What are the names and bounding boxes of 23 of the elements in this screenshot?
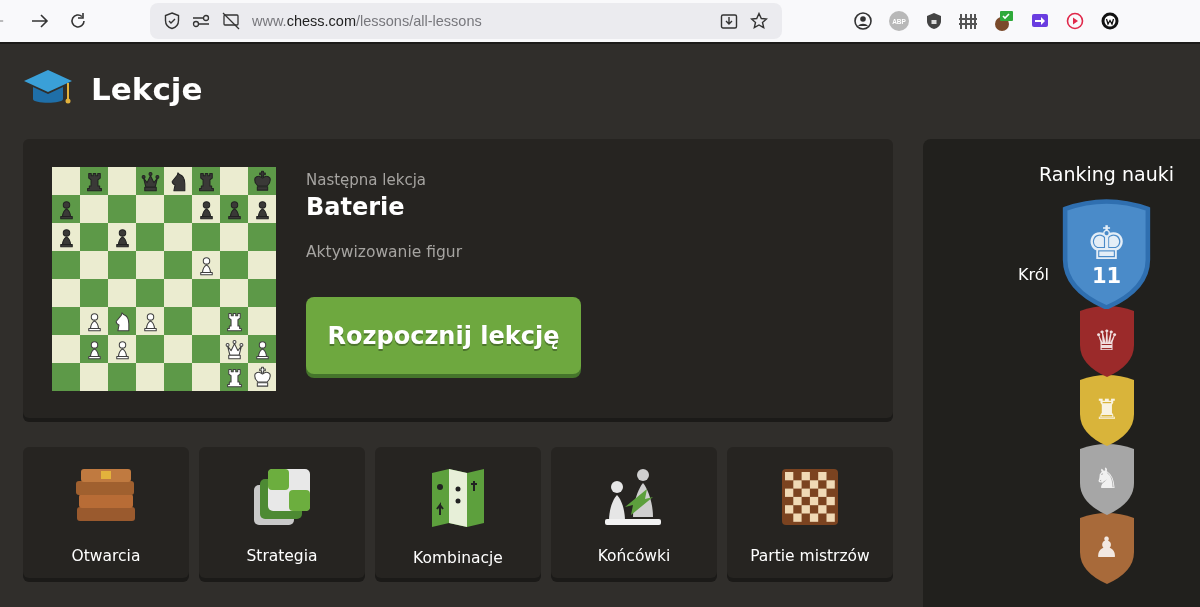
lesson-caption: Następna lekcja	[306, 171, 427, 189]
blocked-screen-icon[interactable]	[222, 12, 240, 30]
star-icon[interactable]	[750, 12, 768, 30]
url-text[interactable]: www.chess.com/lessons/all-lessons	[252, 13, 708, 29]
page-title: Lekcje	[91, 71, 203, 107]
account-icon[interactable]	[854, 12, 872, 30]
play-icon[interactable]	[1066, 12, 1084, 30]
fence-icon[interactable]	[959, 13, 977, 29]
map-icon	[430, 467, 486, 529]
address-bar[interactable]: www.chess.com/lessons/all-lessons	[150, 3, 782, 39]
lesson-subtitle: Aktywizowanie figur	[306, 243, 463, 261]
cards-icon	[252, 467, 312, 527]
shield-lock-icon[interactable]	[926, 12, 942, 30]
ranking-title: Ranking nauki	[1039, 163, 1174, 185]
reload-icon[interactable]	[68, 11, 88, 31]
checkerboard-icon	[780, 467, 840, 527]
lesson-title: Baterie	[306, 193, 406, 221]
shield-icon[interactable]	[164, 12, 180, 30]
download-icon[interactable]	[720, 12, 738, 30]
permissions-icon[interactable]	[192, 14, 210, 28]
rank-label: Król	[1018, 265, 1049, 284]
logo-icon[interactable]	[1101, 12, 1119, 30]
cookie-icon[interactable]	[994, 10, 1014, 32]
